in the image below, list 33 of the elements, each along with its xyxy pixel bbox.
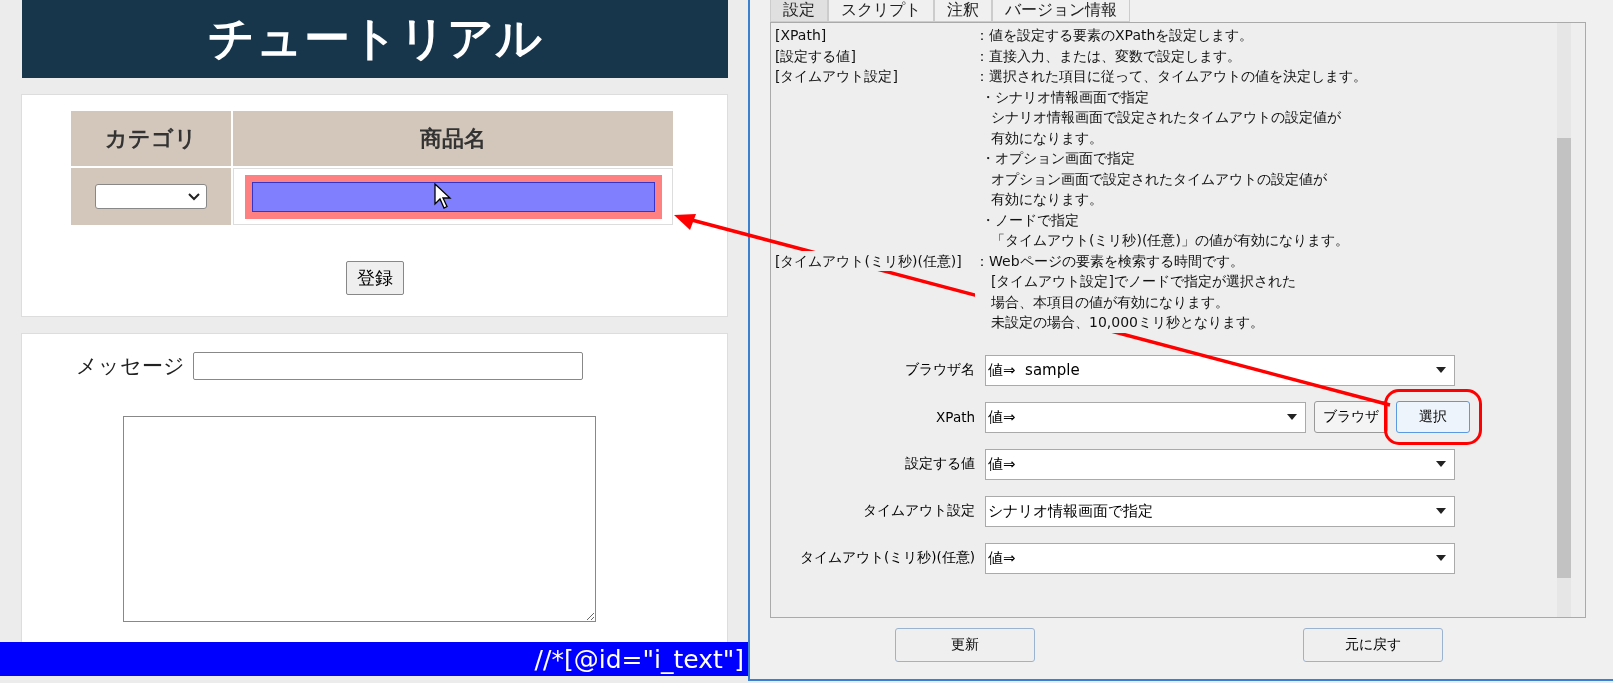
page-title: チュートリアル — [207, 10, 543, 67]
register-button[interactable]: 登録 — [345, 261, 404, 295]
dropdown-arrow-icon — [1436, 508, 1446, 514]
dropdown-arrow-icon — [1436, 461, 1446, 467]
xpath-text: //*[@id="i_text"] — [534, 644, 744, 674]
field-label: 設定する値 — [904, 455, 976, 473]
message-field[interactable] — [193, 352, 583, 380]
pointer-cursor-icon — [434, 183, 452, 209]
tab[interactable]: 注釈 — [934, 0, 992, 22]
dropdown-arrow-icon — [1436, 555, 1446, 561]
combo-box[interactable]: 値⇒ — [985, 401, 1306, 433]
column-header: カテゴリ — [71, 111, 231, 166]
field-label: XPath — [935, 409, 976, 425]
tab[interactable]: バージョン情報 — [992, 0, 1130, 22]
footer-button[interactable]: 更新 — [895, 628, 1035, 662]
field-label: タイムアウト設定 — [862, 502, 976, 520]
combo-box[interactable]: 値⇒ sample — [985, 354, 1455, 386]
combo-box[interactable]: 値⇒ — [985, 542, 1455, 574]
product-name-field[interactable] — [244, 174, 662, 219]
combo-box[interactable]: シナリオ情報画面で指定 — [985, 495, 1455, 527]
tab[interactable]: 設定 — [770, 0, 828, 22]
combo-box[interactable]: 値⇒ — [985, 448, 1455, 480]
dialog-button[interactable]: ブラウザ — [1314, 401, 1388, 433]
message-label: メッセージ — [76, 353, 185, 380]
chevron-down-icon — [188, 192, 200, 201]
dropdown-arrow-icon — [1436, 367, 1446, 373]
field-label: タイムアウト(ミリ秒)(任意) — [798, 549, 976, 567]
dropdown-arrow-icon — [1287, 414, 1297, 420]
tab[interactable]: スクリプト — [828, 0, 934, 22]
field-label: ブラウザ名 — [904, 361, 976, 379]
column-header: 商品名 — [233, 111, 673, 166]
footer-button[interactable]: 元に戻す — [1303, 628, 1443, 662]
category-select[interactable] — [95, 184, 207, 209]
